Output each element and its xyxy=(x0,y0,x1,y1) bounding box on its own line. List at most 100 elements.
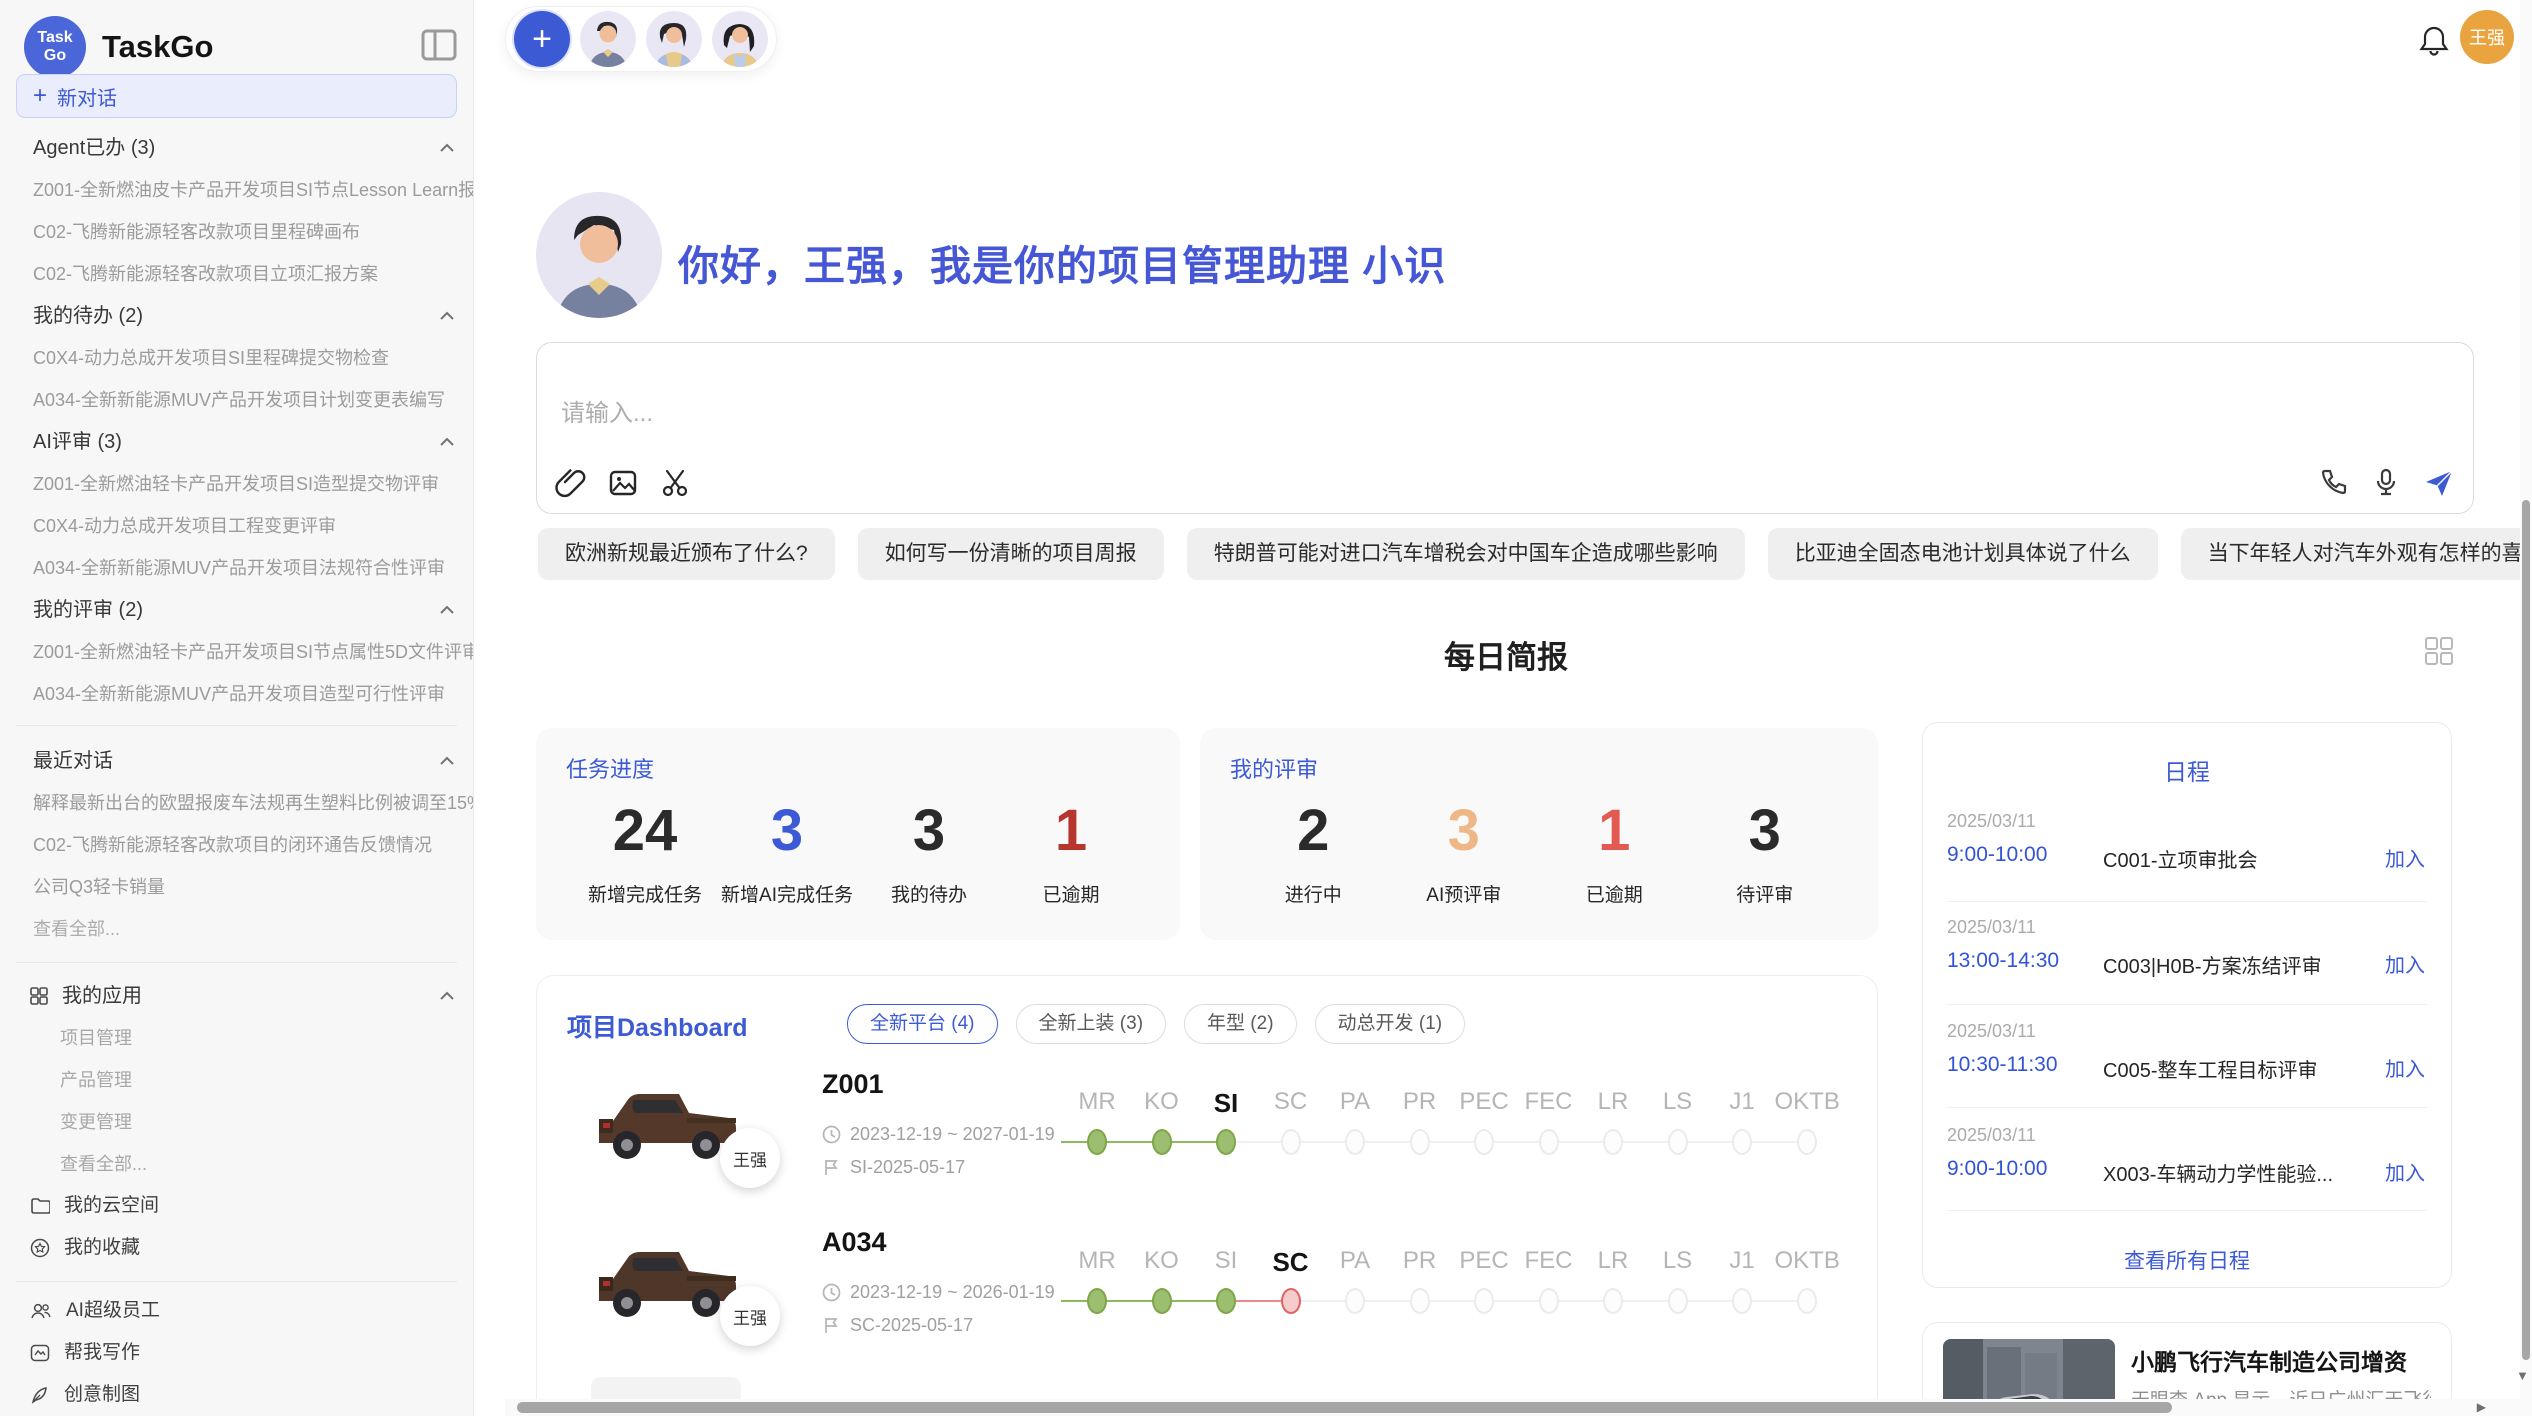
sidebar-item-help-me-write[interactable]: 帮我写作 xyxy=(0,1332,473,1374)
tab-new-platform[interactable]: 全新平台 (4) xyxy=(847,1004,998,1044)
milestone-dot-mr[interactable] xyxy=(1087,1288,1107,1314)
list-item[interactable]: C0X4-动力总成开发项目SI里程碑提交物检查 xyxy=(0,337,473,379)
sidebar-item-project-mgmt[interactable]: 项目管理 xyxy=(0,1017,473,1059)
project-code[interactable]: Z001 xyxy=(822,1069,884,1100)
section-my-todo[interactable]: 我的待办 (2) xyxy=(0,295,473,337)
section-agent-done[interactable]: Agent已办 (3) xyxy=(0,127,473,169)
avatar[interactable] xyxy=(712,11,768,67)
send-icon[interactable] xyxy=(2423,467,2455,499)
milestone-dot-oktb[interactable] xyxy=(1797,1288,1817,1314)
milestone-dot-ls[interactable] xyxy=(1668,1129,1688,1155)
section-my-review[interactable]: 我的评审 (2) xyxy=(0,589,473,631)
list-item[interactable]: Z001-全新燃油轻卡产品开发项目SI节点属性5D文件评审 xyxy=(0,631,473,673)
list-item[interactable]: C02-飞腾新能源轻客改款项目里程碑画布 xyxy=(0,211,473,253)
chevron-up-icon[interactable] xyxy=(439,143,455,153)
microphone-icon[interactable] xyxy=(2371,467,2403,499)
notifications-bell-icon[interactable] xyxy=(2418,24,2450,58)
milestone-dot-ls[interactable] xyxy=(1668,1288,1688,1314)
chevron-up-icon[interactable] xyxy=(439,991,455,1001)
list-item[interactable]: Z001-全新燃油皮卡产品开发项目SI节点Lesson Learn报告 xyxy=(0,169,473,211)
milestone-dot-lr[interactable] xyxy=(1603,1129,1623,1155)
chevron-up-icon[interactable] xyxy=(439,605,455,615)
vertical-scrollbar[interactable] xyxy=(2520,0,2532,1416)
milestone-dot-fec[interactable] xyxy=(1539,1288,1559,1314)
clock-icon xyxy=(822,1125,841,1144)
milestone-dot-j1[interactable] xyxy=(1732,1129,1752,1155)
chevron-up-icon[interactable] xyxy=(439,437,455,447)
milestone-dot-pa[interactable] xyxy=(1345,1288,1365,1314)
milestone-dot-lr[interactable] xyxy=(1603,1288,1623,1314)
list-item[interactable]: C0X4-动力总成开发项目工程变更评审 xyxy=(0,505,473,547)
milestone-dot-mr[interactable] xyxy=(1087,1129,1107,1155)
join-meeting-link[interactable]: 加入 xyxy=(2385,1157,2425,1186)
new-chat-button[interactable]: + 新对话 xyxy=(16,74,457,118)
list-item[interactable]: C02-飞腾新能源轻客改款项目的闭环通告反馈情况 xyxy=(0,824,473,866)
milestone-dot-ko[interactable] xyxy=(1152,1129,1172,1155)
milestone-dot-pr[interactable] xyxy=(1410,1288,1430,1314)
section-my-apps[interactable]: 我的应用 xyxy=(0,975,473,1017)
join-meeting-link[interactable]: 加入 xyxy=(2385,949,2425,978)
milestone-dot-pa[interactable] xyxy=(1345,1129,1365,1155)
chevron-up-icon[interactable] xyxy=(439,756,455,766)
project-code[interactable]: A034 xyxy=(822,1227,887,1258)
layout-grid-icon[interactable] xyxy=(2424,636,2454,666)
milestone-dot-ko[interactable] xyxy=(1152,1288,1172,1314)
list-item[interactable]: A034-全新新能源MUV产品开发项目法规符合性评审 xyxy=(0,547,473,589)
section-ai-review[interactable]: AI评审 (3) xyxy=(0,421,473,463)
milestone-dot-fec[interactable] xyxy=(1539,1129,1559,1155)
milestone-dot-si[interactable] xyxy=(1216,1288,1236,1314)
tab-new-body[interactable]: 全新上装 (3) xyxy=(1016,1004,1167,1044)
list-item[interactable]: Z001-全新燃油轻卡产品开发项目SI造型提交物评审 xyxy=(0,463,473,505)
chevron-up-icon[interactable] xyxy=(439,311,455,321)
divider xyxy=(1947,1210,2427,1211)
suggestion-chip[interactable]: 欧洲新规最近颁布了什么? xyxy=(538,528,835,580)
milestone-dot-pec[interactable] xyxy=(1474,1129,1494,1155)
suggestion-chip[interactable]: 当下年轻人对汽车外观有怎样的喜好趋势 xyxy=(2181,528,2532,580)
milestone-dot-pec[interactable] xyxy=(1474,1288,1494,1314)
sidebar-item-creative-drawing[interactable]: 创意制图 xyxy=(0,1374,473,1416)
scissors-icon[interactable] xyxy=(659,467,691,499)
milestone-dot-sc[interactable] xyxy=(1281,1129,1301,1155)
tab-year-model[interactable]: 年型 (2) xyxy=(1184,1004,1297,1044)
view-all-schedule-link[interactable]: 查看所有日程 xyxy=(1923,1245,2451,1275)
chat-input[interactable] xyxy=(559,399,2063,429)
section-recent-chats[interactable]: 最近对话 xyxy=(0,740,473,782)
list-item[interactable]: 公司Q3轻卡销量 xyxy=(0,866,473,908)
milestone-dot-oktb[interactable] xyxy=(1797,1129,1817,1155)
milestone-dot-j1[interactable] xyxy=(1732,1288,1752,1314)
phone-call-icon[interactable] xyxy=(2319,467,2351,499)
avatar[interactable] xyxy=(580,11,636,67)
tab-powertrain[interactable]: 动总开发 (1) xyxy=(1315,1004,1466,1044)
sidebar-item-change-mgmt[interactable]: 变更管理 xyxy=(0,1101,473,1143)
image-icon[interactable] xyxy=(607,467,639,499)
scroll-down-arrow[interactable]: ▼ xyxy=(2516,1368,2529,1383)
suggestion-chip[interactable]: 特朗普可能对进口汽车增税会对中国车企造成哪些影响 xyxy=(1187,528,1745,580)
suggestion-chip[interactable]: 比亚迪全固态电池计划具体说了什么 xyxy=(1768,528,2158,580)
paperclip-icon[interactable] xyxy=(555,467,587,499)
user-avatar[interactable]: 王强 xyxy=(2460,10,2514,64)
vertical-scrollbar-thumb[interactable] xyxy=(2522,500,2530,1360)
suggestion-chip[interactable]: 如何写一份清晰的项目周报 xyxy=(858,528,1164,580)
list-item[interactable]: C02-飞腾新能源轻客改款项目立项汇报方案 xyxy=(0,253,473,295)
avatar[interactable] xyxy=(646,11,702,67)
horizontal-scrollbar-thumb[interactable] xyxy=(517,1402,2172,1413)
milestone-dot-pr[interactable] xyxy=(1410,1129,1430,1155)
view-all-chats-link[interactable]: 查看全部... xyxy=(0,908,473,950)
milestone-dot-sc[interactable] xyxy=(1281,1288,1301,1314)
add-conversation-button[interactable]: + xyxy=(514,11,570,67)
sidebar-item-product-mgmt[interactable]: 产品管理 xyxy=(0,1059,473,1101)
horizontal-scrollbar[interactable]: ▶ xyxy=(505,1399,2520,1416)
scroll-right-arrow[interactable]: ▶ xyxy=(2477,1400,2486,1414)
join-meeting-link[interactable]: 加入 xyxy=(2385,843,2425,872)
list-item[interactable]: 解释最新出台的欧盟报废车法规再生塑料比例被调至15%... xyxy=(0,782,473,824)
view-all-apps-link[interactable]: 查看全部... xyxy=(0,1143,473,1185)
milestone-dot-si[interactable] xyxy=(1216,1129,1236,1155)
sidebar-item-cloud-space[interactable]: 我的云空间 xyxy=(0,1185,473,1227)
list-item[interactable]: A034-全新新能源MUV产品开发项目造型可行性评审 xyxy=(0,673,473,715)
join-meeting-link[interactable]: 加入 xyxy=(2385,1053,2425,1082)
list-item[interactable]: A034-全新新能源MUV产品开发项目计划变更表编写 xyxy=(0,379,473,421)
sidebar-collapse-icon[interactable] xyxy=(421,28,457,62)
sidebar-item-ai-super-staff[interactable]: AI超级员工 xyxy=(0,1290,473,1332)
sidebar-item-favorites[interactable]: 我的收藏 xyxy=(0,1227,473,1269)
milestone-label-sc: SC xyxy=(1259,1247,1323,1278)
